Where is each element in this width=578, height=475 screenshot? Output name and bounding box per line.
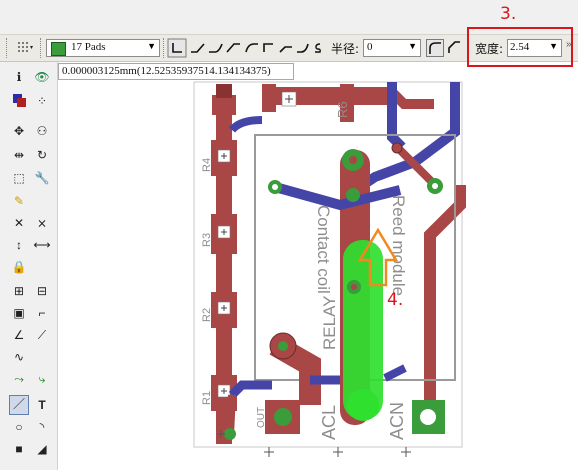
- delete-icon[interactable]: ✕: [10, 214, 28, 232]
- smd-icon[interactable]: ▣: [10, 304, 28, 322]
- corner-chamfer-button[interactable]: [446, 39, 464, 57]
- mirror-icon[interactable]: ⇹: [10, 146, 28, 164]
- text-tool-icon[interactable]: T: [33, 396, 51, 414]
- radius-select[interactable]: 0 ▼: [363, 39, 421, 57]
- silk-r2: R2: [201, 308, 213, 322]
- pad-color-icon: [51, 42, 66, 56]
- pen-icon[interactable]: ✎: [10, 192, 28, 210]
- annotation-box-3: [467, 27, 573, 67]
- silk-relay: RELAY: [320, 296, 339, 351]
- info-icon[interactable]: ℹ: [10, 68, 28, 86]
- track-shape-buttons: [167, 38, 323, 58]
- silk-reed-module: Reed module: [389, 195, 408, 296]
- layers-icon[interactable]: [10, 92, 28, 110]
- pcb-canvas[interactable]: R6 R4 R3 R2 R1 RELAY Contact coil Reed m…: [58, 80, 578, 470]
- rotate-icon[interactable]: ↻: [33, 146, 51, 164]
- grid-dots-icon[interactable]: [14, 39, 36, 55]
- chevron-down-icon: ▼: [408, 41, 417, 51]
- annotation-label-3: 3.: [500, 4, 517, 24]
- split-icon[interactable]: ⟋: [33, 326, 51, 344]
- polygon-icon[interactable]: ◢: [33, 440, 51, 458]
- silk-r3: R3: [201, 233, 213, 247]
- toolbar-grip[interactable]: [6, 38, 10, 58]
- join-icon[interactable]: ⟷: [33, 236, 51, 254]
- pad-array-icon[interactable]: ⊟: [33, 282, 51, 300]
- select-rectangle-icon[interactable]: ⬚: [10, 169, 28, 187]
- trim-icon[interactable]: ⨯: [33, 214, 51, 232]
- pads-select[interactable]: 17 Pads ▼: [46, 39, 160, 57]
- silk-r6: R6: [335, 101, 350, 118]
- silk-r4: R4: [201, 158, 213, 172]
- radius-label: 半径:: [331, 42, 360, 56]
- pad-tool-icon[interactable]: ⊞: [10, 282, 28, 300]
- annotation-label-4: 4.: [387, 290, 404, 310]
- components-icon[interactable]: ⚇: [33, 122, 51, 140]
- silk-out: OUT: [256, 407, 267, 428]
- move-icon[interactable]: ✥: [10, 122, 28, 140]
- grid-snap-icon[interactable]: ⁘: [33, 92, 51, 110]
- radius-select-value: 0: [367, 41, 373, 53]
- eye-icon[interactable]: 👁: [33, 68, 51, 86]
- silk-contact-coil: Contact coil: [314, 205, 333, 294]
- track-tool-icon[interactable]: ／: [9, 395, 29, 415]
- fill-rect-icon[interactable]: ■: [10, 440, 28, 458]
- toolbar-grip: [40, 38, 44, 58]
- tool-palette: ℹ 👁 ⁘ ✥ ⚇ ⇹ ↻ ⬚ 🔧 ✎ ✕ ⨯ ↕ ⟷ 🔒 ⊞ ⊟ ▣ ⌐ ∠ …: [0, 62, 58, 470]
- chevron-down-icon: ▼: [147, 41, 156, 51]
- corner-round-button[interactable]: [426, 39, 444, 57]
- stretch-icon[interactable]: ↕: [10, 236, 28, 254]
- silk-acl: ACL: [319, 405, 339, 440]
- wrench-icon[interactable]: 🔧: [33, 169, 51, 187]
- lock-icon[interactable]: 🔒: [10, 258, 28, 276]
- pads-select-value: 17 Pads: [71, 41, 106, 53]
- circle-tool-icon[interactable]: ○: [10, 418, 28, 436]
- arc-tool-icon[interactable]: ◝: [33, 418, 51, 436]
- silk-r1: R1: [201, 391, 213, 405]
- angle-icon[interactable]: ∠: [10, 326, 28, 344]
- corner-icon[interactable]: ⌐: [33, 304, 51, 322]
- coordinate-readout: 0.000003125mm(12.52535937514.134134375): [58, 63, 294, 80]
- autoroute-all-icon[interactable]: ⤷: [33, 370, 51, 388]
- silk-acn: ACN: [387, 402, 407, 440]
- autoroute-icon[interactable]: ⤳: [10, 370, 28, 388]
- wave-icon[interactable]: ∿: [10, 348, 28, 366]
